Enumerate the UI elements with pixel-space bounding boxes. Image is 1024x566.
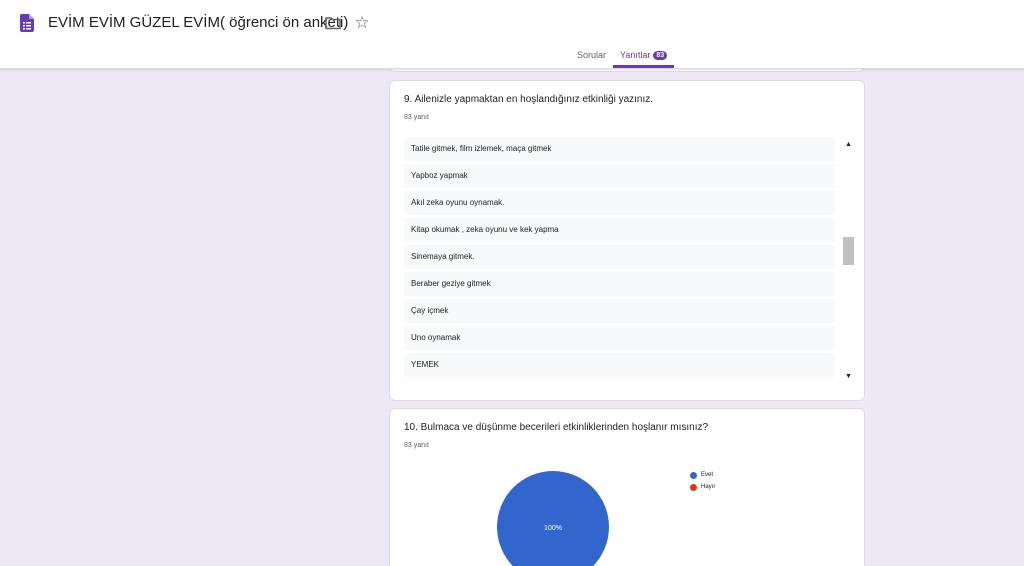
- question-title: 9. Ailenizle yapmaktan en hoşlandığınız …: [404, 94, 654, 105]
- list-item: Akıl zeka oyunu oynamak.: [404, 191, 835, 215]
- response-count: 83 yanıt: [404, 442, 429, 449]
- tab-questions[interactable]: Sorular: [570, 44, 613, 68]
- legend-label: Hayır: [701, 484, 716, 490]
- forms-doc-icon[interactable]: [20, 14, 34, 32]
- pie-slice-evet[interactable]: [497, 471, 609, 566]
- tab-responses-label: Yanıtlar: [620, 50, 651, 60]
- list-scrollbar[interactable]: ▲ ▼: [841, 137, 856, 385]
- folder-icon: [325, 17, 341, 30]
- list-item: Çay içmek: [404, 299, 835, 323]
- list-item: Kitap okumak , zeka oyunu ve kek yapma: [404, 218, 835, 242]
- pie-data-label: 100%: [544, 525, 562, 532]
- list-item: Sinemaya gitmek.: [404, 245, 835, 269]
- star-button[interactable]: ☆: [351, 12, 373, 34]
- tab-responses[interactable]: Yanıtlar 83: [613, 44, 675, 68]
- legend-swatch: [690, 483, 697, 491]
- list-item: Beraber geziye gitmek: [404, 272, 835, 296]
- response-list[interactable]: Tatile gitmek, film izlemek, maça gitmek…: [404, 137, 835, 385]
- pie-chart: 100%: [497, 471, 609, 566]
- legend-swatch: [690, 471, 697, 479]
- responses-count-badge: 83: [653, 51, 668, 60]
- scroll-down-icon[interactable]: ▼: [841, 371, 856, 383]
- question-9-card: 9. Ailenizle yapmaktan en hoşlandığınız …: [389, 80, 865, 401]
- legend-item[interactable]: Hayır: [690, 481, 715, 493]
- form-tabs: Sorular Yanıtlar 83: [570, 44, 675, 68]
- legend-label: Evet: [701, 472, 714, 478]
- scrollbar-thumb[interactable]: [843, 237, 854, 266]
- list-item: Yapboz yapmak: [404, 164, 835, 188]
- list-item: Tatile gitmek, film izlemek, maça gitmek: [404, 137, 835, 161]
- response-count: 83 yanıt: [404, 114, 429, 121]
- list-item: YEMEK: [404, 353, 835, 377]
- form-title[interactable]: EVİM EVİM GÜZEL EVİM( öğrenci ön anketi): [48, 14, 348, 31]
- star-icon: ☆: [354, 13, 370, 32]
- scroll-up-icon[interactable]: ▲: [841, 139, 856, 151]
- chart-legend: Evet Hayır: [690, 469, 715, 493]
- legend-item[interactable]: Evet: [690, 469, 715, 481]
- question-10-card: 10. Bulmaca ve düşünme becerileri etkinl…: [389, 408, 865, 566]
- question-title: 10. Bulmaca ve düşünme becerileri etkinl…: [404, 422, 709, 433]
- app-header: EVİM EVİM GÜZEL EVİM( öğrenci ön anketi)…: [0, 0, 1024, 69]
- tab-questions-label: Sorular: [577, 50, 607, 60]
- move-to-folder-button[interactable]: [322, 12, 344, 34]
- list-item: Uno oynamak: [404, 326, 835, 350]
